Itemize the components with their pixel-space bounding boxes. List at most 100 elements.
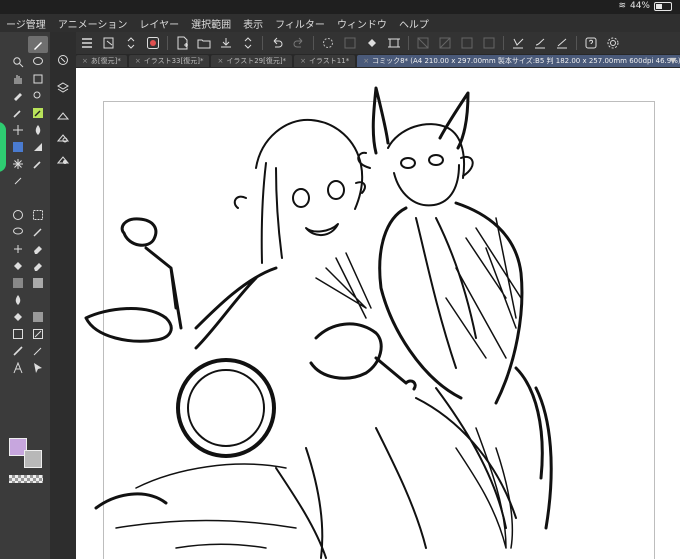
circle-icon[interactable] [8,206,28,223]
liquid-icon[interactable] [8,291,28,308]
navigator-icon[interactable] [55,52,71,68]
menu-selection[interactable]: 選択範囲 [185,16,237,31]
layers-icon[interactable] [55,80,71,96]
blank-icon [28,189,48,206]
eyedropper-icon[interactable] [28,87,48,104]
gradient-icon[interactable] [8,274,28,291]
rectangle-icon[interactable] [28,206,48,223]
stepper-icon[interactable] [237,32,259,54]
grid-icon[interactable] [412,32,434,54]
record-icon[interactable] [142,32,164,54]
command-bar [76,32,680,54]
tab-document[interactable]: × イラスト29[復元]* [211,55,293,67]
tab-label: あ[復元]* [90,57,121,65]
undo-icon[interactable] [266,32,288,54]
select-arrow-icon[interactable] [28,359,48,376]
line-icon[interactable] [8,342,28,359]
new-file-icon[interactable] [171,32,193,54]
cross-icon[interactable] [8,240,28,257]
line-settings-icon[interactable] [551,32,573,54]
menu-filter[interactable]: フィルター [269,16,331,31]
transform-icon[interactable] [383,32,405,54]
blank-icon [28,291,48,308]
layer-move-icon[interactable] [28,70,48,87]
toolbar-divider [408,36,409,50]
menu-bar: ージ管理 アニメーション レイヤー 選択範囲 表示 フィルター ウィンドウ ヘル… [0,14,680,32]
fill-icon[interactable] [8,308,28,325]
eyedropper-icon[interactable] [8,104,28,121]
eyedropper-icon[interactable] [28,155,48,172]
menu-help[interactable]: ヘルプ [393,16,435,31]
gradient-icon[interactable] [28,274,48,291]
document-tab-bar: × あ[復元]* × イラスト33[復元]* × イラスト29[復元]* × イラスト1… [76,54,680,68]
selection-auto-icon[interactable] [8,138,28,155]
menu-window[interactable]: ウィンドウ [331,16,393,31]
layer-property-icon[interactable] [55,108,71,124]
rect-shape-icon[interactable] [28,325,48,342]
text-icon[interactable] [8,359,28,376]
lasso-icon[interactable] [8,223,28,240]
fill-icon[interactable] [361,32,383,54]
menu-view[interactable]: 表示 [237,16,269,31]
fill-gradient-icon[interactable] [28,308,48,325]
brush-settings-icon[interactable] [529,32,551,54]
move-icon[interactable] [8,121,28,138]
menu-page-management[interactable]: ージ管理 [0,16,52,31]
tool-palette [0,32,50,559]
triangle-icon[interactable] [28,138,48,155]
drawing-canvas[interactable] [76,68,680,559]
layer-search-icon[interactable] [55,130,71,146]
tab-label: イラスト33[復元]* [143,57,204,65]
zoom-icon[interactable] [8,53,28,70]
layer-color-icon[interactable] [55,152,71,168]
save-icon[interactable] [215,32,237,54]
pen-tool-icon[interactable] [28,104,48,121]
transparent-color-swatch[interactable] [9,475,43,483]
toolbar-divider [576,36,577,50]
blank-icon [28,172,48,189]
close-icon[interactable]: × [300,57,306,65]
close-icon[interactable]: × [217,57,223,65]
help-icon[interactable] [580,32,602,54]
sparkle-icon[interactable] [8,155,28,172]
hand-icon[interactable] [8,70,28,87]
sub-color-swatch[interactable] [24,450,42,468]
settings-icon[interactable] [602,32,624,54]
loading-icon[interactable] [317,32,339,54]
stepper-icon[interactable] [120,32,142,54]
new-page-icon[interactable] [98,32,120,54]
close-icon[interactable]: × [135,57,141,65]
menu-icon[interactable] [76,32,98,54]
deselect-icon[interactable] [339,32,361,54]
redo-icon[interactable] [288,32,310,54]
selection-brush-icon[interactable] [8,87,28,104]
speech-bubble-icon[interactable] [28,53,48,70]
tab-document-active[interactable]: × コミック8* (A4 210.00 x 297.00mm 製本サイズ:B5 判… [357,55,680,67]
close-icon[interactable]: × [363,57,369,65]
rect-icon[interactable] [8,325,28,342]
side-handle[interactable] [0,122,6,172]
tab-document[interactable]: × イラスト11* [294,55,356,67]
blend-icon[interactable] [28,121,48,138]
pencil-icon[interactable] [28,223,48,240]
open-folder-icon[interactable] [193,32,215,54]
close-icon[interactable]: × [82,57,88,65]
chevron-down-icon[interactable]: ▼ [670,56,676,65]
layer-icon[interactable] [456,32,478,54]
menu-layer[interactable]: レイヤー [133,16,185,31]
tab-label: コミック8* (A4 210.00 x 297.00mm 製本サイズ:B5 判 … [372,57,680,65]
fill-bucket-icon[interactable] [8,257,28,274]
eyedropper-icon[interactable] [8,172,28,189]
layer-icon[interactable] [478,32,500,54]
wifi-icon: ≋ [618,1,626,11]
eraser-icon[interactable] [28,257,48,274]
tab-document[interactable]: × あ[復元]* [76,55,127,67]
eraser-icon[interactable] [28,240,48,257]
grid-icon[interactable] [434,32,456,54]
tab-document[interactable]: × イラスト33[復元]* [128,55,210,67]
pencil-icon[interactable] [28,342,48,359]
menu-animation[interactable]: アニメーション [52,16,134,31]
toolbar-divider [313,36,314,50]
pen-icon[interactable] [28,36,48,53]
pen-settings-icon[interactable] [507,32,529,54]
